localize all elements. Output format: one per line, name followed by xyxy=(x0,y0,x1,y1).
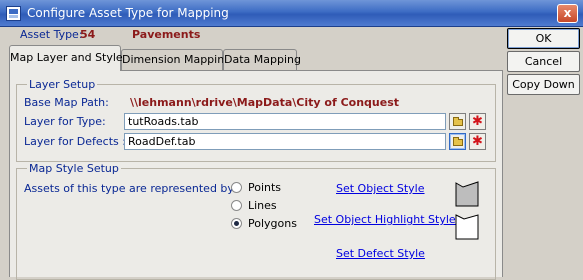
set-object-style-link[interactable]: Set Object Style xyxy=(336,182,425,195)
asset-type-id: 54 xyxy=(80,28,96,41)
radio-polygons-label: Polygons xyxy=(248,217,297,230)
base-map-path-label: Base Map Path: xyxy=(24,96,109,109)
set-object-highlight-style-link[interactable]: Set Object Highlight Style xyxy=(314,213,456,226)
tab-data-mapping[interactable]: Data Mapping xyxy=(223,49,301,70)
radio-points-button[interactable] xyxy=(231,182,242,193)
red-star-icon: ✱ xyxy=(472,134,483,149)
folder-icon xyxy=(453,137,463,146)
represented-by-label: Assets of this type are represented by: xyxy=(24,182,237,195)
radio-lines-button[interactable] xyxy=(231,200,242,211)
object-highlight-preview-icon xyxy=(455,214,479,240)
layer-setup-group: Layer Setup Base Map Path: \\lehmann\rdr… xyxy=(16,78,496,162)
tab-dimension-mapping[interactable]: Dimension Mapping xyxy=(121,49,231,70)
set-defect-style-link[interactable]: Set Defect Style xyxy=(336,247,425,260)
folder-icon xyxy=(453,117,463,126)
browse-defects-button[interactable] xyxy=(449,133,466,150)
radio-lines-label: Lines xyxy=(248,199,277,212)
layer-for-defects-input[interactable] xyxy=(124,133,446,150)
map-style-setup-title: Map Style Setup xyxy=(27,162,121,175)
map-style-setup-group: Map Style Setup Assets of this type are … xyxy=(16,162,496,280)
close-button[interactable]: x xyxy=(557,4,578,23)
browse-type-button[interactable] xyxy=(449,113,466,130)
clear-type-button[interactable]: ✱ xyxy=(469,113,486,130)
title-bar: Configure Asset Type for Mapping x xyxy=(0,0,583,27)
asset-type-name: Pavements xyxy=(132,28,201,41)
ok-button[interactable]: OK xyxy=(507,28,580,49)
red-star-icon: ✱ xyxy=(472,114,483,129)
layer-for-type-input[interactable] xyxy=(124,113,446,130)
tab-panel-map-layer-and-style: Layer Setup Base Map Path: \\lehmann\rdr… xyxy=(9,70,503,280)
layer-for-type-label: Layer for Type: xyxy=(24,115,106,128)
radio-polygons-button[interactable] xyxy=(231,218,242,229)
object-style-preview-icon xyxy=(455,181,479,207)
asset-type-label: Asset Type: xyxy=(20,28,83,41)
window-title: Configure Asset Type for Mapping xyxy=(27,6,229,20)
clear-defects-button[interactable]: ✱ xyxy=(469,133,486,150)
tab-map-layer-and-style[interactable]: Map Layer and Style xyxy=(9,45,123,71)
cancel-button[interactable]: Cancel xyxy=(507,51,580,72)
copy-down-button[interactable]: Copy Down xyxy=(507,74,580,95)
layer-for-defects-label: Layer for Defects : xyxy=(24,135,126,148)
layer-setup-title: Layer Setup xyxy=(27,78,98,91)
radio-points-label: Points xyxy=(248,181,282,194)
app-icon xyxy=(6,6,21,21)
base-map-path-value: \\lehmann\rdrive\MapData\City of Conques… xyxy=(130,96,400,109)
